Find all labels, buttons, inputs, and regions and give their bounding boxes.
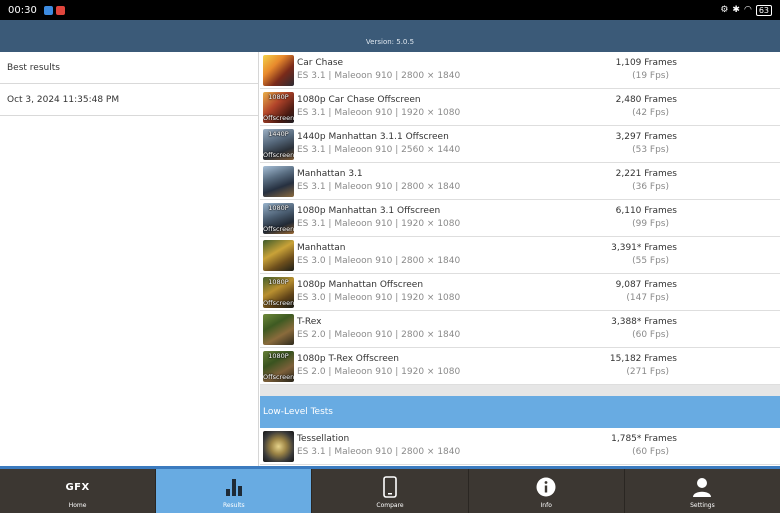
test-thumbnail (263, 55, 294, 86)
test-name: Tessellation (297, 434, 350, 444)
section-divider (260, 385, 780, 396)
test-name: Manhattan (297, 243, 346, 253)
nav-settings-label: Settings (690, 502, 715, 509)
result-row[interactable]: 1080P Offscreen 1080p Manhattan 3.1 Offs… (260, 200, 780, 237)
result-row[interactable]: Tessellation ES 3.1 | Maleoon 910 | 2800… (260, 428, 780, 465)
version-label: Version: 5.0.5 (365, 38, 415, 46)
test-frames: 6,110 Frames (615, 206, 677, 216)
result-row[interactable]: 1080P Offscreen 1080p Car Chase Offscree… (260, 89, 780, 126)
test-name: 1080p Manhattan 3.1 Offscreen (297, 206, 441, 216)
test-thumbnail (263, 431, 294, 462)
test-thumbnail (263, 240, 294, 271)
test-name: Car Chase (297, 58, 344, 68)
test-fps: (60 Fps) (632, 330, 669, 340)
session-timestamp: Oct 3, 2024 11:35:48 PM (7, 94, 120, 105)
nav-results[interactable]: Results (156, 469, 313, 513)
test-thumbnail: 1440P Offscreen (263, 129, 294, 160)
test-fps: (147 Fps) (626, 293, 669, 303)
low-level-tests-header: Low-Level Tests (260, 396, 780, 428)
best-results-item[interactable]: Best results (0, 52, 258, 84)
test-details: ES 3.1 | Maleoon 910 | 2560 × 1440 (297, 145, 461, 155)
test-fps: (42 Fps) (632, 108, 669, 118)
nav-settings[interactable]: Settings (625, 469, 780, 513)
nav-info[interactable]: Info (469, 469, 625, 513)
test-thumbnail (263, 166, 294, 197)
test-name: 1080p Car Chase Offscreen (297, 95, 421, 105)
battery-icon: 63 (755, 4, 772, 16)
bar-chart-icon (224, 475, 244, 499)
nav-compare[interactable]: Compare (312, 469, 469, 513)
test-fps: (19 Fps) (632, 71, 669, 81)
user-icon (692, 475, 712, 499)
gfx-logo-icon: GFX (65, 475, 89, 499)
test-fps: (53 Fps) (632, 145, 669, 155)
test-details: ES 3.1 | Maleoon 910 | 2800 × 1840 (297, 71, 461, 81)
nav-home-label: Home (68, 502, 87, 509)
notification-icon (43, 5, 53, 15)
alarm-icon: ⚙ (720, 5, 729, 15)
result-row[interactable]: T-Rex ES 2.0 | Maleoon 910 | 2800 × 1840… (260, 311, 780, 348)
bottom-nav: GFX Home Results Compare Info Settings (0, 466, 780, 513)
info-icon (536, 475, 556, 499)
test-name: 1440p Manhattan 3.1.1 Offscreen (297, 132, 449, 142)
result-session-item[interactable]: Oct 3, 2024 11:35:48 PM (0, 84, 258, 116)
best-results-label: Best results (7, 62, 60, 73)
test-fps: (55 Fps) (632, 256, 669, 266)
test-details: ES 3.1 | Maleoon 910 | 1920 × 1080 (297, 108, 461, 118)
test-details: ES 3.1 | Maleoon 910 | 2800 × 1840 (297, 182, 461, 192)
test-thumbnail: 1080P Offscreen (263, 203, 294, 234)
test-details: ES 3.1 | Maleoon 910 | 2800 × 1840 (297, 447, 461, 457)
test-frames: 2,221 Frames (615, 169, 677, 179)
results-list[interactable]: Car Chase ES 3.1 | Maleoon 910 | 2800 × … (260, 52, 780, 466)
test-fps: (36 Fps) (632, 182, 669, 192)
test-frames: 2,480 Frames (615, 95, 677, 105)
test-name: T-Rex (297, 317, 322, 327)
status-bar: 00:30 ⚙ ✱ ◠ 63 (0, 0, 780, 20)
gfx-logo-text: GFX (65, 481, 90, 493)
test-frames: 3,388* Frames (611, 317, 677, 327)
nav-home[interactable]: GFX Home (0, 469, 157, 513)
test-details: ES 3.1 | Maleoon 910 | 1920 × 1080 (297, 219, 461, 229)
result-row[interactable]: 1080P Offscreen 1080p Manhattan Offscree… (260, 274, 780, 311)
test-frames: 9,087 Frames (615, 280, 677, 290)
result-row[interactable]: Car Chase ES 3.1 | Maleoon 910 | 2800 × … (260, 52, 780, 89)
test-frames: 1,109 Frames (615, 58, 677, 68)
app-header: Version: 5.0.5 (0, 20, 780, 52)
section-title: Low-Level Tests (263, 407, 334, 417)
left-panel: Best results Oct 3, 2024 11:35:48 PM (0, 52, 259, 466)
test-thumbnail: 1080P Offscreen (263, 277, 294, 308)
phone-icon (383, 475, 397, 499)
status-time: 00:30 (8, 4, 37, 16)
test-thumbnail (263, 314, 294, 345)
test-frames: 3,297 Frames (615, 132, 677, 142)
test-frames: 3,391* Frames (611, 243, 677, 253)
test-details: ES 3.0 | Maleoon 910 | 2800 × 1840 (297, 256, 461, 266)
test-frames: 1,785* Frames (611, 434, 677, 444)
test-name: Manhattan 3.1 (297, 169, 363, 179)
test-fps: (60 Fps) (632, 447, 669, 457)
app-notification-icon (55, 5, 65, 15)
test-frames: 15,182 Frames (609, 354, 677, 364)
result-row[interactable]: Manhattan ES 3.0 | Maleoon 910 | 2800 × … (260, 237, 780, 274)
nav-results-label: Results (222, 502, 245, 509)
test-name: 1080p Manhattan Offscreen (297, 280, 424, 290)
test-fps: (271 Fps) (626, 367, 669, 377)
result-row[interactable]: Manhattan 3.1 ES 3.1 | Maleoon 910 | 280… (260, 163, 780, 200)
test-thumbnail: 1080P Offscreen (263, 92, 294, 123)
nav-compare-label: Compare (376, 502, 404, 509)
test-name: 1080p T-Rex Offscreen (297, 354, 400, 364)
bluetooth-icon: ✱ (732, 5, 740, 15)
test-thumbnail: 1080P Offscreen (263, 351, 294, 382)
result-row[interactable]: 1080P Offscreen 1080p T-Rex Offscreen ES… (260, 348, 780, 385)
result-row[interactable]: 1440P Offscreen 1440p Manhattan 3.1.1 Of… (260, 126, 780, 163)
test-details: ES 3.0 | Maleoon 910 | 1920 × 1080 (297, 293, 461, 303)
test-details: ES 2.0 | Maleoon 910 | 2800 × 1840 (297, 330, 461, 340)
nav-info-label: Info (540, 502, 552, 509)
test-fps: (99 Fps) (632, 219, 669, 229)
wifi-icon: ◠ (743, 5, 752, 15)
test-details: ES 2.0 | Maleoon 910 | 1920 × 1080 (297, 367, 461, 377)
